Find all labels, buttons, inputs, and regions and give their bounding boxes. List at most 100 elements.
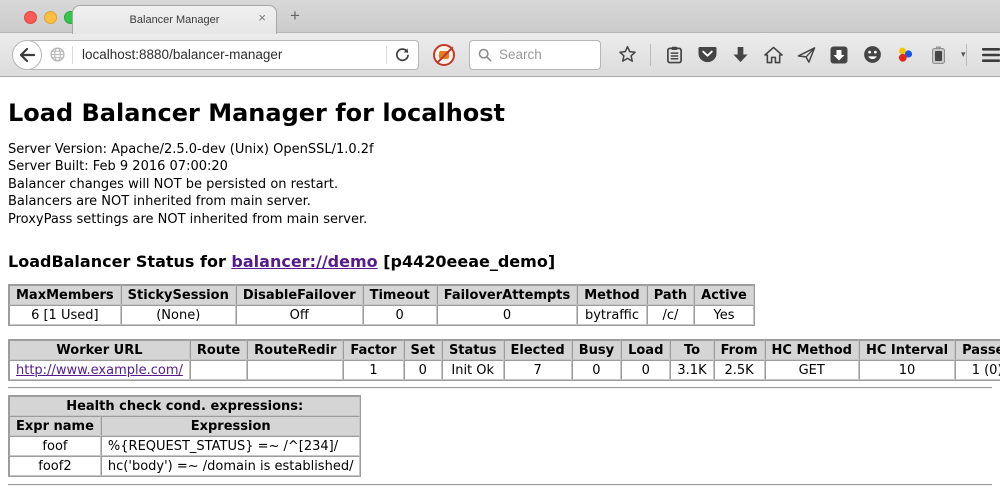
inherit-notice-line: Balancers are NOT inherited from main se… [8,193,992,210]
cell-expr-name: foof2 [9,456,101,476]
col-expr-name: Expr name [9,416,101,436]
navigation-toolbar: localhost:8880/balancer-manager Search [0,33,1000,77]
cell-expression: %{REQUEST_STATUS} =~ /^[234]/ [101,436,361,456]
bookmark-star-icon[interactable] [617,45,637,65]
col-elected: Elected [504,340,572,360]
bottom-divider [8,484,992,486]
cell-routeredir [247,360,343,380]
cell-failoverattempts: 0 [437,305,578,325]
proxypass-notice-line: ProxyPass settings are NOT inherited fro… [8,211,992,228]
table-header-row: MaxMembers StickySession DisableFailover… [9,285,754,305]
close-window-button[interactable] [24,11,37,24]
health-check-title: Health check cond. expressions: [9,396,360,416]
col-factor: Factor [343,340,403,360]
server-version-line: Server Version: Apache/2.5.0-dev (Unix) … [8,141,992,158]
globe-icon [50,47,65,62]
downloads-icon[interactable] [730,45,750,65]
cell-hc-interval: 10 [859,360,955,380]
cell-status: Init Ok [442,360,504,380]
cell-passes: 1 (0) [955,360,1000,380]
health-check-table: Health check cond. expressions: Expr nam… [8,395,361,477]
col-path: Path [647,285,694,305]
search-placeholder: Search [499,47,542,62]
col-timeout: Timeout [363,285,437,305]
worker-url-link[interactable]: http://www.example.com/ [16,363,183,378]
cell-route [190,360,247,380]
table-title-row: Health check cond. expressions: [9,396,360,416]
cell-maxmembers: 6 [1 Used] [9,305,121,325]
cell-active: Yes [694,305,754,325]
cell-load: 0 [621,360,670,380]
back-arrow-icon [19,48,35,62]
tab-balancer-manager[interactable]: Balancer Manager × [72,5,277,34]
cell-worker-url: http://www.example.com/ [9,360,190,380]
reload-icon [395,47,410,62]
col-passes: Passes [955,340,1000,360]
worker-row: http://www.example.com/ 1 0 Init Ok 7 0 … [9,360,1000,380]
heading-prefix: LoadBalancer Status for [8,252,231,271]
send-plane-icon[interactable] [796,45,816,65]
col-stickysession: StickySession [121,285,236,305]
pocket-icon[interactable] [697,45,717,65]
search-bar[interactable]: Search [469,40,601,70]
emoji-smiley-icon[interactable] [862,45,882,65]
reload-button[interactable] [386,46,418,64]
heading-suffix: [p4420eeae_demo] [378,252,556,271]
blocked-plugin-icon[interactable] [433,44,455,66]
col-status: Status [442,340,504,360]
tab-bar: Balancer Manager × + [0,0,1000,33]
cell-method: bytraffic [577,305,646,325]
expr-row: foof %{REQUEST_STATUS} =~ /^[234]/ [9,436,360,456]
cell-to: 3.1K [670,360,713,380]
balancer-demo-link[interactable]: balancer://demo [231,252,377,271]
cell-elected: 7 [504,360,572,380]
col-method: Method [577,285,646,305]
worker-status-table: Worker URL Route RouteRedir Factor Set S… [8,339,1000,381]
traffic-lights [24,11,77,24]
col-failoverattempts: FailoverAttempts [437,285,578,305]
address-input[interactable]: localhost:8880/balancer-manager [82,47,386,62]
cell-expr-name: foof [9,436,101,456]
battery-extension-icon[interactable] [928,45,948,65]
cell-factor: 1 [343,360,403,380]
col-disablefailover: DisableFailover [236,285,363,305]
bookmarks-clipboard-icon[interactable] [664,45,684,65]
cell-busy: 0 [572,360,621,380]
cell-from: 2.5K [714,360,765,380]
loadbalancer-status-heading: LoadBalancer Status for balancer://demo … [8,252,992,271]
cell-disablefailover: Off [236,305,363,325]
table-header-row: Worker URL Route RouteRedir Factor Set S… [9,340,1000,360]
col-hc-method: HC Method [765,340,859,360]
url-divider [72,46,73,64]
server-info: Server Version: Apache/2.5.0-dev (Unix) … [8,141,992,228]
col-hc-interval: HC Interval [859,340,955,360]
col-worker-url: Worker URL [9,340,190,360]
col-expression: Expression [101,416,361,436]
back-button[interactable] [12,40,42,70]
persist-notice-line: Balancer changes will NOT be persisted o… [8,176,992,193]
col-set: Set [404,340,442,360]
table-row: 6 [1 Used] (None) Off 0 0 bytraffic /c/ … [9,305,754,325]
balancer-settings-table: MaxMembers StickySession DisableFailover… [8,284,755,326]
minimize-window-button[interactable] [44,11,57,24]
col-load: Load [621,340,670,360]
section-divider [8,387,992,389]
colored-dots-extension-icon[interactable] [895,45,915,65]
col-to: To [670,340,713,360]
menu-hamburger-icon[interactable] [981,45,1000,65]
toolbar-buttons: ▾ [617,44,966,66]
cell-set: 0 [404,360,442,380]
tab-close-icon[interactable]: × [258,11,266,24]
tab-title: Balancer Manager [130,14,220,26]
cell-hc-method: GET [765,360,859,380]
new-tab-button[interactable]: + [290,6,300,26]
col-from: From [714,340,765,360]
cell-stickysession: (None) [121,305,236,325]
search-icon [478,48,492,62]
video-download-helper-icon[interactable] [829,45,849,65]
url-bar[interactable]: localhost:8880/balancer-manager [27,40,419,70]
balancer-manager-page: Load Balancer Manager for localhost Serv… [0,77,1000,491]
home-icon[interactable] [763,45,783,65]
cell-expression: hc('body') =~ /domain is established/ [101,456,361,476]
server-built-line: Server Built: Feb 9 2016 07:00:20 [8,158,992,175]
